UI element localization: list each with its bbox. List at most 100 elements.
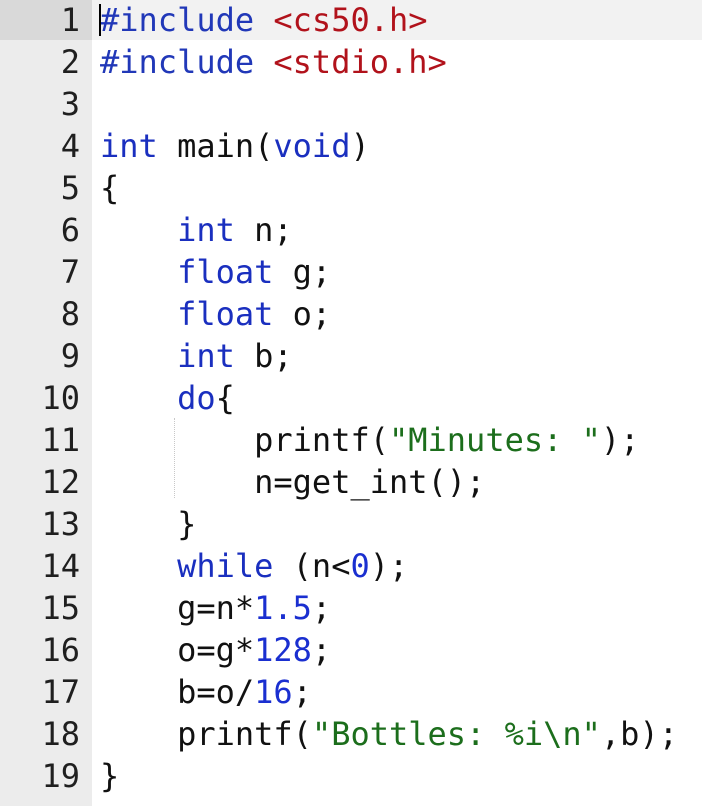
code-token: 128 xyxy=(254,631,312,669)
code-text: n=get_int(); xyxy=(100,462,485,502)
code-line[interactable]: 6 int n; xyxy=(0,210,702,252)
code-text: printf("Bottles: %i\n",b); xyxy=(100,714,678,754)
code-text: g=n*1.5; xyxy=(100,588,331,628)
code-token: do xyxy=(177,379,216,417)
line-number: 10 xyxy=(41,379,80,417)
code-token: ; xyxy=(292,673,312,711)
code-line[interactable]: 13 } xyxy=(0,504,702,546)
code-token: void xyxy=(273,127,351,165)
text-cursor xyxy=(99,4,101,36)
code-token: } xyxy=(100,757,120,795)
code-text: int main(void) xyxy=(100,126,370,166)
code-token: #include xyxy=(100,1,274,39)
code-token: n; xyxy=(234,211,293,249)
code-line[interactable]: 1 #include <cs50.h> xyxy=(0,0,702,42)
code-token: <stdio.h> xyxy=(273,43,447,81)
code-line[interactable]: 3 xyxy=(0,84,702,126)
code-line[interactable]: 8 float o; xyxy=(0,294,702,336)
code-token: int xyxy=(177,337,235,375)
code-line[interactable]: 16 o=g*128; xyxy=(0,630,702,672)
code-line[interactable]: 10 do{ xyxy=(0,378,702,420)
line-number: 6 xyxy=(60,211,80,249)
code-line[interactable]: 5{ xyxy=(0,168,702,210)
code-line[interactable]: 12 n=get_int(); xyxy=(0,462,702,504)
line-number: 17 xyxy=(41,673,80,711)
code-token: 0 xyxy=(350,547,370,585)
code-text: #include <cs50.h> xyxy=(100,0,428,40)
line-number: 11 xyxy=(41,421,80,459)
code-token: o=g* xyxy=(100,631,255,669)
code-token: } xyxy=(100,505,197,543)
line-number: 18 xyxy=(41,715,80,753)
line-number: 19 xyxy=(41,757,80,795)
line-number: 5 xyxy=(60,169,80,207)
code-token: printf( xyxy=(100,715,312,753)
line-number: 9 xyxy=(60,337,80,375)
code-token: ) xyxy=(350,127,370,165)
line-number: 14 xyxy=(41,547,80,585)
code-token: b; xyxy=(234,337,293,375)
code-text: while (n<0); xyxy=(100,546,408,586)
code-line[interactable]: 2 #include <stdio.h> xyxy=(0,42,702,84)
code-token: n=get_int(); xyxy=(100,463,486,501)
code-token: 1.5 xyxy=(254,589,312,627)
code-token: 16 xyxy=(254,673,293,711)
code-token: ; xyxy=(311,589,332,627)
code-text: int n; xyxy=(100,210,293,250)
code-text: printf("Minutes: "); xyxy=(100,420,639,460)
code-line[interactable]: 14 while (n<0); xyxy=(0,546,702,588)
code-token: #include xyxy=(100,43,274,81)
code-text: int b; xyxy=(100,336,293,376)
code-text: #include <stdio.h> xyxy=(100,42,447,82)
code-text: float o; xyxy=(100,294,331,334)
code-editor[interactable]: 1 #include <cs50.h> 2 #include <stdio.h> 3 4 i… xyxy=(0,0,702,806)
line-number: 3 xyxy=(60,85,80,123)
code-token: int xyxy=(177,211,235,249)
code-token: ); xyxy=(600,421,640,459)
line-number: 1 xyxy=(60,1,80,39)
code-token: int xyxy=(100,127,158,165)
code-line[interactable]: 11 printf("Minutes: "); xyxy=(0,420,702,462)
code-token: b=o/ xyxy=(100,673,255,711)
line-number: 7 xyxy=(60,253,80,291)
code-line[interactable]: 19} xyxy=(0,756,702,798)
code-token: ); xyxy=(369,547,409,585)
code-token: ; xyxy=(311,631,332,669)
code-token: { xyxy=(215,379,235,417)
code-token: "Bottles: %i\n" xyxy=(311,715,601,753)
code-token: ,b); xyxy=(600,715,678,753)
code-line[interactable]: 4 int main(void) xyxy=(0,126,702,168)
code-token: g=n* xyxy=(100,589,255,627)
line-number: 13 xyxy=(41,505,80,543)
code-token: float xyxy=(177,253,274,291)
code-line[interactable]: 9 int b; xyxy=(0,336,702,378)
code-text: b=o/16; xyxy=(100,672,312,712)
code-text: { xyxy=(100,168,119,208)
code-text: float g; xyxy=(100,252,331,292)
code-text: o=g*128; xyxy=(100,630,331,670)
code-token: printf( xyxy=(100,421,389,459)
code-line[interactable]: 15 g=n*1.5; xyxy=(0,588,702,630)
code-token: <cs50.h> xyxy=(273,1,428,39)
line-number: 4 xyxy=(60,127,80,165)
line-number: 8 xyxy=(60,295,80,333)
code-token: o; xyxy=(273,295,332,333)
code-token: while xyxy=(177,547,274,585)
code-token: "Minutes: " xyxy=(388,421,601,459)
line-number: 15 xyxy=(41,589,80,627)
code-line[interactable]: 18 printf("Bottles: %i\n",b); xyxy=(0,714,702,756)
code-line[interactable]: 17 b=o/16; xyxy=(0,672,702,714)
code-text: do{ xyxy=(100,378,235,418)
code-token: main( xyxy=(157,127,274,165)
line-number: 2 xyxy=(60,43,80,81)
code-token: float xyxy=(177,295,274,333)
code-text: } xyxy=(100,756,119,796)
code-line[interactable]: 7 float g; xyxy=(0,252,702,294)
code-text: } xyxy=(100,504,196,544)
